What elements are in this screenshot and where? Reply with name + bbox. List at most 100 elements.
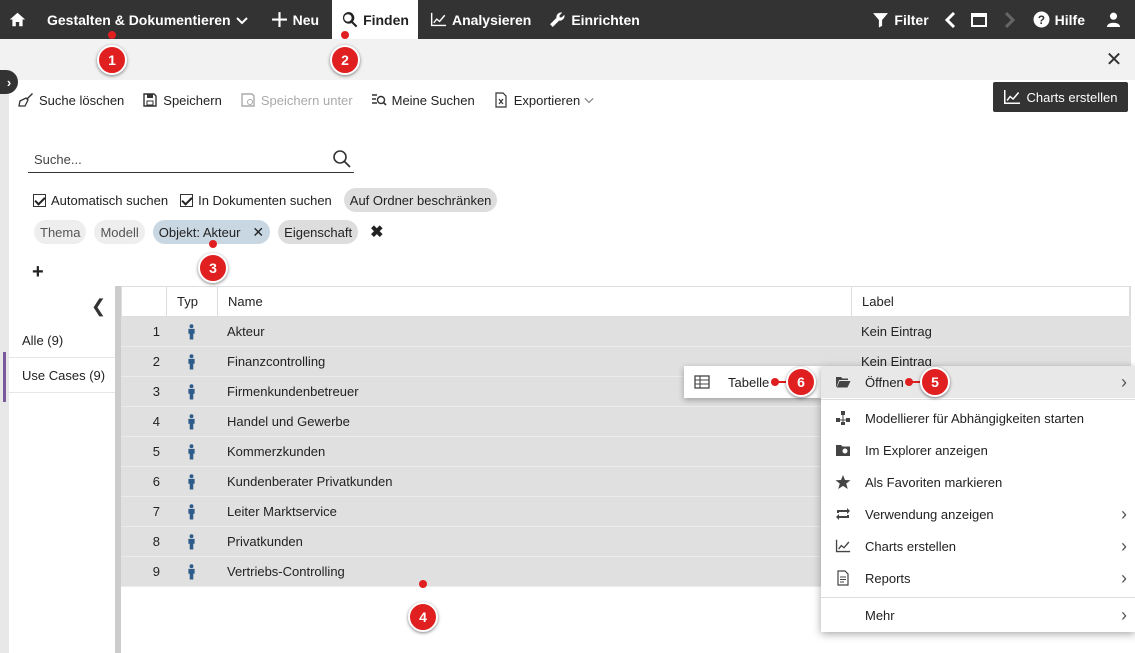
type-column-header[interactable]: Typ — [167, 287, 218, 316]
actor-icon — [188, 563, 195, 580]
document-icon — [837, 570, 849, 586]
menu-item-usage[interactable]: Verwendung anzeigen › — [821, 498, 1135, 530]
close-icon: ✕ — [1105, 49, 1123, 71]
menu-item-explorer[interactable]: Im Explorer anzeigen — [821, 434, 1135, 466]
actor-icon — [188, 323, 195, 340]
my-searches-button[interactable]: Meine Suchen — [371, 92, 475, 108]
row-number: 2 — [152, 354, 160, 369]
sidebar-item-use-cases[interactable]: Use Cases (9) — [9, 359, 115, 393]
actor-icon — [188, 383, 195, 400]
window-button[interactable] — [962, 0, 996, 39]
search-toolbar: Suche löschen Speichern Speichern unter … — [18, 88, 617, 112]
menu-item-charts[interactable]: Charts erstellen › — [821, 530, 1135, 562]
actor-type-cell — [166, 407, 217, 436]
menu-item-favorites[interactable]: Als Favoriten markieren — [821, 466, 1135, 498]
user-button[interactable] — [1094, 0, 1135, 39]
name-cell: Kundenberater Privatkunden — [227, 474, 393, 489]
property-filter-chip[interactable]: Eigenschaft — [278, 220, 359, 244]
menu-item-label: Mehr — [865, 607, 895, 623]
chevron-right-icon: › — [1121, 372, 1127, 392]
search-box — [28, 147, 354, 173]
create-charts-label: Charts erstellen — [1026, 89, 1118, 105]
filter-label: Filter — [894, 11, 929, 28]
broom-icon — [18, 93, 33, 107]
row-number: 1 — [152, 324, 160, 339]
callout-anchor — [209, 240, 217, 248]
chevron-right-icon: › — [6, 74, 12, 90]
collapse-sidebar-button[interactable]: ❮ — [91, 296, 106, 317]
find-label: Finden — [363, 11, 409, 28]
setup-tab[interactable]: Einrichten — [540, 0, 648, 39]
top-right-tools: Filter ? Hilfe — [863, 0, 1135, 39]
table-row[interactable]: 1 Akteur Kein Eintrag — [121, 317, 1131, 347]
menu-item-label: Im Explorer anzeigen — [865, 442, 988, 458]
menu-item-label: Öffnen — [865, 374, 904, 390]
expand-panel-toggle[interactable]: › — [0, 70, 18, 94]
menu-item-more[interactable]: Mehr › — [821, 599, 1135, 631]
chevron-right-icon: › — [1121, 605, 1127, 625]
checkbox-checked-icon — [33, 193, 46, 207]
callout-badge: 6 — [786, 367, 816, 397]
name-cell: Kommerzkunden — [227, 444, 326, 459]
clear-filters-icon[interactable]: ✖ — [370, 222, 383, 242]
export-label: Exportieren — [513, 92, 581, 108]
row-number: 7 — [152, 504, 160, 519]
chevron-right-icon: › — [1121, 504, 1127, 524]
add-filter-button[interactable]: + — [32, 262, 44, 282]
auto-search-checkbox[interactable]: Automatisch suchen — [33, 193, 168, 208]
clear-search-label: Suche löschen — [39, 92, 125, 108]
table-icon — [694, 375, 710, 389]
back-button[interactable] — [938, 0, 962, 39]
menu-item-modeler[interactable]: Modellierer für Abhängigkeiten starten — [821, 402, 1135, 434]
filter-button[interactable]: Filter — [863, 0, 937, 39]
actor-type-cell — [166, 527, 217, 556]
search-in-documents-checkbox[interactable]: In Dokumenten suchen — [180, 193, 332, 208]
label-column-header[interactable]: Label — [852, 287, 1130, 316]
close-button[interactable]: ✕ — [1104, 50, 1124, 70]
callout-badge: 2 — [330, 45, 360, 75]
create-charts-button[interactable]: Charts erstellen — [993, 82, 1128, 112]
row-number-header — [122, 287, 167, 316]
sidebar-item-all[interactable]: Alle (9) — [9, 324, 115, 358]
sidebar-item-label: Use Cases (9) — [22, 368, 106, 383]
window-icon — [970, 12, 987, 27]
table-menu-item[interactable]: Tabelle — [728, 375, 769, 390]
model-filter-chip[interactable]: Modell — [94, 220, 145, 244]
search-in-documents-label: In Dokumenten suchen — [198, 192, 332, 208]
clear-search-button[interactable]: Suche löschen — [18, 92, 124, 108]
new-button[interactable]: Neu — [257, 0, 328, 39]
export-button[interactable]: Exportieren — [493, 92, 599, 108]
menu-item-reports[interactable]: Reports › — [821, 562, 1135, 594]
remove-filter-icon[interactable]: ✕ — [252, 224, 264, 241]
search-options: Automatisch suchen In Dokumenten suchen … — [33, 188, 498, 212]
table-header: Typ Name Label — [121, 286, 1131, 317]
svg-text:?: ? — [1038, 14, 1045, 27]
actor-type-cell — [166, 377, 217, 406]
topic-filter-chip[interactable]: Thema — [34, 220, 87, 244]
object-filter-label: Objekt: Akteur — [158, 224, 241, 240]
menu-item-label: Verwendung anzeigen — [865, 506, 994, 522]
home-button[interactable] — [0, 0, 35, 39]
help-button[interactable]: ? Hilfe — [1024, 0, 1094, 39]
callout-badge: 4 — [408, 602, 438, 632]
restrict-to-folder-chip[interactable]: Auf Ordner beschränken — [343, 188, 498, 212]
actor-icon — [188, 533, 195, 550]
line-chart-icon — [1004, 90, 1021, 104]
actor-icon — [188, 473, 195, 490]
design-document-menu[interactable]: Gestalten & Dokumentieren — [35, 0, 257, 39]
actor-type-cell — [166, 497, 217, 526]
save-label: Speichern — [163, 92, 222, 108]
row-number: 3 — [152, 384, 160, 399]
floppy-disk-icon — [143, 93, 157, 107]
save-button[interactable]: Speichern — [142, 92, 222, 108]
search-icon[interactable] — [332, 149, 352, 169]
name-column-header[interactable]: Name — [218, 287, 852, 316]
forward-button[interactable] — [996, 0, 1024, 39]
analyze-tab[interactable]: Analysieren — [418, 0, 540, 39]
search-input[interactable] — [28, 147, 318, 171]
panel-header — [0, 39, 1135, 80]
help-label: Hilfe — [1054, 11, 1085, 28]
save-as-button[interactable]: Speichern unter — [240, 92, 353, 108]
menu-item-open[interactable]: Öffnen › — [821, 366, 1135, 398]
search-list-icon — [371, 94, 387, 106]
